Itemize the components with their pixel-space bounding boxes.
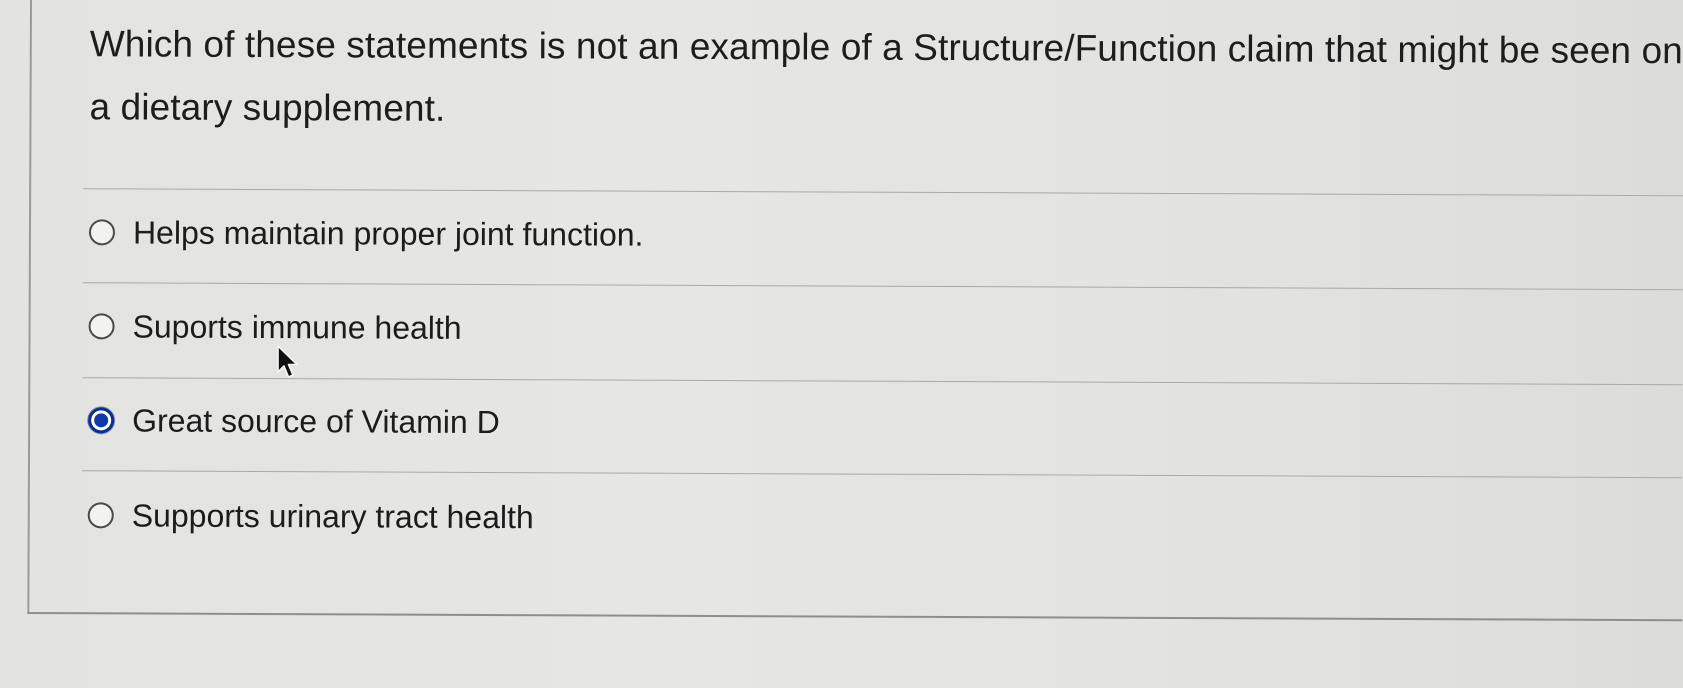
radio-button-1[interactable] [88, 219, 116, 246]
answer-label-3: Great source of Vitamin D [132, 401, 500, 440]
divider [83, 188, 1683, 197]
mouse-pointer-icon [277, 345, 298, 378]
quiz-page: Which of these statements is not an exam… [0, 0, 1683, 688]
answer-option-1[interactable]: Helps maintain proper joint function. [88, 207, 644, 259]
radio-button-4[interactable] [87, 502, 114, 529]
divider [81, 470, 1682, 479]
radio-button-3-selected[interactable] [88, 407, 115, 434]
radio-button-2[interactable] [88, 313, 115, 340]
answer-option-3[interactable]: Great source of Vitamin D [88, 395, 500, 447]
answer-label-4: Supports urinary tract health [131, 496, 534, 535]
answer-option-4[interactable]: Supports urinary tract health [87, 490, 534, 542]
answer-label-1: Helps maintain proper joint function. [132, 213, 644, 253]
question-card: Which of these statements is not an exam… [27, 0, 1683, 622]
answer-label-2: Suports immune health [132, 307, 462, 346]
question-text: Which of these statements is not an exam… [89, 23, 1683, 129]
divider [82, 377, 1683, 386]
divider [82, 282, 1683, 291]
